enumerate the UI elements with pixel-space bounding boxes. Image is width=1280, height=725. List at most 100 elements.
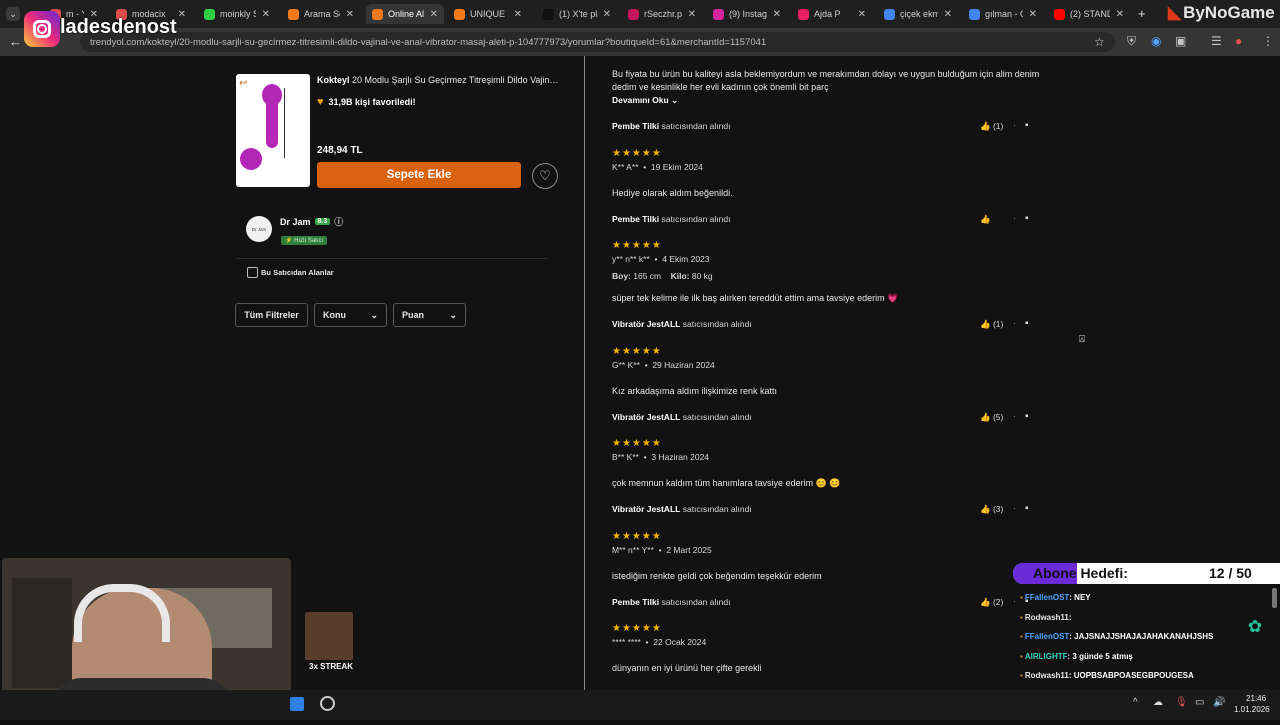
like-button[interactable]: 👍 (2) [980,597,1003,608]
rating-dropdown[interactable]: Puan ⌄ [393,303,466,327]
tab-label: UNIQUE D [470,9,508,19]
seller-filter-checkbox[interactable] [247,267,258,278]
chatgpt-icon[interactable]: ✿ [1242,614,1268,640]
tab-favicon-icon [204,8,215,20]
chat-scrollbar[interactable] [1272,588,1277,608]
like-button[interactable]: 👍 [980,214,991,225]
browser-tab[interactable]: UNIQUE D✕ [448,4,528,24]
tab-close-icon[interactable]: ✕ [767,9,781,20]
product-wand-head [262,84,282,106]
review-seller-name[interactable]: Pembe Tilki [612,121,659,131]
seller-avatar[interactable]: Dr Jam [246,216,272,242]
review-seller-name[interactable]: Vibratör JestALL [612,319,680,329]
tab-favicon-icon [969,8,980,20]
browser-tab[interactable]: moinkly SI✕ [198,4,276,24]
tab-close-icon[interactable]: ✕ [508,9,522,20]
review-seller-name[interactable]: Pembe Tilki [612,597,659,607]
reading-list-icon[interactable]: ☰ [1211,34,1222,48]
review-text: dünyanın en iyi ürünü her çifte gerekli [612,663,762,673]
review-date: 22 Ocak 2024 [653,637,707,647]
browser-tab[interactable]: Arama So✕ [282,4,360,24]
app-icon[interactable] [320,696,335,711]
bookmark-star-icon[interactable]: ☆ [1094,35,1105,49]
report-icon[interactable]: ▪ [1025,213,1029,224]
chat-user[interactable]: Rodwash11 [1025,613,1069,622]
like-button[interactable]: 👍 (5) [980,412,1003,423]
review-seller-name[interactable]: Vibratör JestALL [612,504,680,514]
chat-user[interactable]: FFallenOST [1025,593,1069,602]
goal-value: 12 / 50 [1209,565,1252,581]
like-button[interactable]: 👍 (1) [980,319,1003,330]
info-icon[interactable]: ⓘ [334,215,343,228]
review-seller: Vibratör JestALL satıcısından alındı [612,504,752,514]
review-user: B** K** [612,452,639,462]
flame-icon: ◣ [1168,3,1182,22]
review-meta: K** A** • 19 Ekim 2024 [612,162,703,172]
product-price: 248,94 TL [317,145,363,156]
add-to-cart-button[interactable]: Sepete Ekle [317,162,521,188]
report-icon[interactable]: ▪ [1025,503,1029,514]
browser-tab[interactable]: çiçek ekm ✕ [878,4,958,24]
product-wand-base [240,148,262,170]
chat-badge-icon: ▪ [1020,593,1023,603]
new-tab-button[interactable]: + [1138,6,1146,21]
tab-close-icon[interactable]: ✕ [1110,9,1124,20]
browser-tab[interactable]: Online Alış✕ [366,4,444,24]
report-icon[interactable]: ▪ [1025,120,1029,131]
tab-search-icon[interactable]: ⌄ [6,7,20,21]
all-filters-button[interactable]: Tüm Filtreler [235,303,308,327]
chat-user[interactable]: FFallenOST [1025,632,1069,641]
extension-wave-icon[interactable]: ◉ [1151,34,1161,48]
browser-tab[interactable]: gılman - G✕ [963,4,1043,24]
browser-tab[interactable]: (9) Instagr ✕ [707,4,787,24]
tab-close-icon[interactable]: ✕ [938,9,952,20]
review-seller-name[interactable]: Pembe Tilki [612,214,659,224]
tab-close-icon[interactable]: ✕ [424,9,438,20]
tab-label: (9) Instagr [729,9,767,19]
like-button-top[interactable]: 👍 (1) [980,121,1003,132]
review-text: istediğim renkte geldi çok beğendim teşe… [612,571,822,581]
weight-label: Kilo: [670,271,690,281]
tray-cloud-icon: ☁ [1153,697,1163,708]
review-date: 29 Haziran 2024 [652,360,715,370]
product-image[interactable]: ↩ [236,74,310,187]
report-icon[interactable]: ▪ [1025,318,1029,329]
seller-name[interactable]: Dr Jam [280,217,311,227]
more-dot: · [1013,596,1016,606]
browser-tab[interactable]: rSeczhr.pn✕ [622,4,702,24]
report-icon[interactable]: ▪ [1025,411,1029,422]
thumbs-up-icon: 👍 [980,504,991,514]
rating-label: Puan [402,310,425,320]
chat-user[interactable]: AIRLIGHTF [1025,652,1068,661]
chat-user[interactable]: Rodwash11 [1025,671,1069,680]
browser-menu-icon[interactable]: ⋮ [1262,34,1274,48]
tab-close-icon[interactable]: ✕ [340,9,354,20]
review-meta: **** **** • 22 Ocak 2024 [612,637,707,647]
browser-tab[interactable]: (2) STAND ✕ [1048,4,1130,24]
profile-icon[interactable]: ● [1235,34,1242,48]
tab-close-icon[interactable]: ✕ [256,9,270,20]
tray-chevron-icon[interactable]: ^ [1133,697,1138,708]
shield-icon[interactable]: ⛨ [1127,34,1136,49]
tab-close-icon[interactable]: ✕ [852,9,866,20]
like-button[interactable]: 👍 (3) [980,504,1003,515]
chat-badge-icon: ▪ [1020,671,1023,681]
favorite-button[interactable]: ♡ [532,163,558,189]
back-icon[interactable]: ← [9,34,22,49]
tab-close-icon[interactable]: ✕ [597,9,611,20]
app-icon[interactable] [290,697,304,711]
review-meta: B** K** • 3 Haziran 2024 [612,452,710,462]
tab-close-icon[interactable]: ✕ [1023,9,1037,20]
browser-tab[interactable]: Ajda P ✕ [792,4,872,24]
extensions-puzzle-icon[interactable]: ▣ [1175,34,1186,48]
product-title[interactable]: Kokteyl 20 Modlu Şarjlı Su Geçirmez Titr… [317,75,562,85]
topic-dropdown[interactable]: Konu ⌄ [314,303,387,327]
browser-tab[interactable]: (1) X'te pla✕ [537,4,617,24]
read-more-label: Devamını Oku [612,95,669,105]
url-bar[interactable]: trendyol.com/kokteyl/20-modlu-sarjli-su-… [80,32,1115,52]
tab-close-icon[interactable]: ✕ [682,9,696,20]
read-more-link[interactable]: Devamını Oku ⌄ [612,95,678,106]
tab-favicon-icon [628,8,639,20]
review-text: Hediye olarak aldım beğenildi. [612,188,733,198]
review-seller-name[interactable]: Vibratör JestALL [612,412,680,422]
